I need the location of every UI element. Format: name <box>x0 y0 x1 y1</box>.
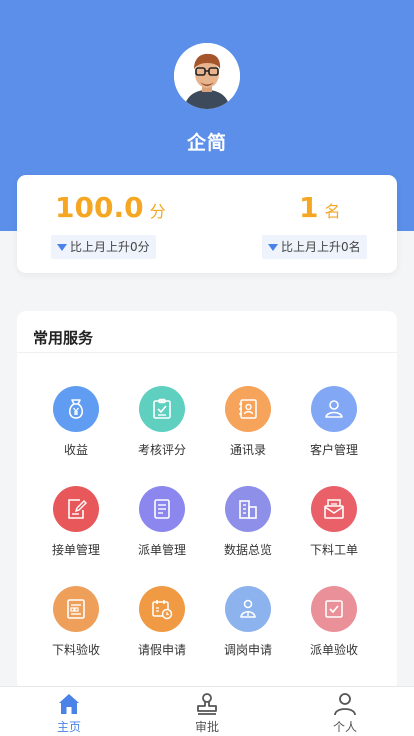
service-label: 接单管理 <box>51 543 100 557</box>
score-delta-text: 比上月上升0分 <box>70 240 150 254</box>
score-delta-badge: 比上月上升0分 <box>51 235 156 259</box>
tab-home[interactable]: 主页 <box>29 687 109 736</box>
tab-label: 审批 <box>194 720 219 734</box>
form-icon <box>53 586 99 632</box>
service-label: 派单验收 <box>309 643 358 657</box>
rank-delta-badge: 比上月上升0名 <box>262 235 367 259</box>
service-income[interactable]: 收益 <box>31 386 121 466</box>
tab-approval[interactable]: 审批 <box>167 687 247 736</box>
service-label: 派单管理 <box>137 543 186 557</box>
customer-icon <box>311 386 357 432</box>
services-panel: 常用服务 收益 考核评分 通讯录 客户管理 接单管理 派单管理 数据总览 下料工… <box>17 311 397 691</box>
home-icon <box>59 694 79 714</box>
bottom-tab-bar: 主页 审批 个人 <box>0 686 414 736</box>
check-box-icon <box>311 586 357 632</box>
contact-book-icon <box>225 386 271 432</box>
service-dispatch[interactable]: 派单管理 <box>117 486 207 566</box>
service-label: 通讯录 <box>229 443 266 457</box>
rank-unit: 名 <box>324 202 341 221</box>
divider <box>17 352 397 353</box>
tab-personal[interactable]: 个人 <box>305 687 385 736</box>
rank-block: 1名 比上月上升0名 <box>207 175 397 273</box>
service-customer[interactable]: 客户管理 <box>289 386 379 466</box>
service-label: 考核评分 <box>137 443 186 457</box>
service-transfer-request[interactable]: 调岗申请 <box>203 586 293 666</box>
stamp-icon <box>197 693 217 715</box>
money-bag-icon <box>53 386 99 432</box>
tab-label: 主页 <box>56 720 81 734</box>
service-contacts[interactable]: 通讯录 <box>203 386 293 466</box>
service-label: 调岗申请 <box>223 643 272 657</box>
service-assessment[interactable]: 考核评分 <box>117 386 207 466</box>
rank-delta-text: 比上月上升0名 <box>281 240 361 254</box>
service-dispatch-acceptance[interactable]: 派单验收 <box>289 586 379 666</box>
calendar-clock-icon <box>139 586 185 632</box>
document-list-icon <box>139 486 185 532</box>
clipboard-check-icon <box>139 386 185 432</box>
service-orders[interactable]: 接单管理 <box>31 486 121 566</box>
service-label: 客户管理 <box>309 443 358 457</box>
score-unit: 分 <box>149 202 166 221</box>
rank-value: 1 <box>299 191 319 224</box>
service-label: 请假申请 <box>137 643 186 657</box>
service-label: 数据总览 <box>223 543 272 557</box>
user-name: 企简 <box>186 132 227 154</box>
score-card: 100.0 分 比上月上升0分 1名 比上月上升0名 <box>17 175 397 273</box>
service-leave-request[interactable]: 请假申请 <box>117 586 207 666</box>
user-avatar[interactable] <box>174 43 240 109</box>
service-material-acceptance[interactable]: 下料验收 <box>31 586 121 666</box>
services-title: 常用服务 <box>33 329 94 347</box>
service-label: 收益 <box>63 443 88 457</box>
mail-tray-icon <box>311 486 357 532</box>
down-triangle-icon <box>268 244 278 251</box>
person-transfer-icon <box>225 586 271 632</box>
service-data-overview[interactable]: 数据总览 <box>203 486 293 566</box>
buildings-icon <box>225 486 271 532</box>
service-material-order[interactable]: 下料工单 <box>289 486 379 566</box>
down-triangle-icon <box>57 244 67 251</box>
edit-note-icon <box>53 486 99 532</box>
avatar-illustration-icon <box>174 43 240 109</box>
person-icon <box>334 693 356 716</box>
tab-label: 个人 <box>332 720 357 734</box>
service-label: 下料工单 <box>309 543 358 557</box>
service-label: 下料验收 <box>51 643 100 657</box>
score-block: 100.0 分 比上月上升0分 <box>17 175 207 273</box>
score-value: 100.0 <box>55 191 144 224</box>
